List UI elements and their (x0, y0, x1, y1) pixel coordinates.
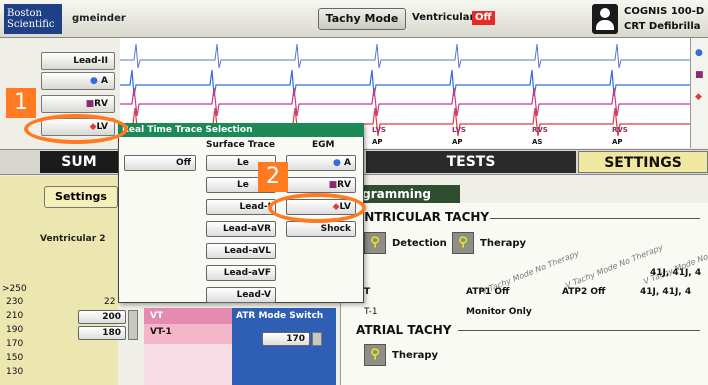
marker-ap: AP (612, 138, 623, 146)
vt-shock-values: 41J, 41J, 4 (640, 287, 692, 297)
atr-stepper[interactable] (312, 332, 322, 346)
detection-icon[interactable]: ⚲ (364, 232, 386, 254)
trace-legend-panel: ● ■ ◆ (690, 38, 708, 148)
vt1-row-label: T-1 (364, 307, 378, 317)
tab-summary[interactable]: SUM (40, 151, 118, 173)
vt-zone: VT (144, 308, 232, 324)
marker-rvs: RVS (532, 126, 548, 134)
off-button[interactable]: Off (124, 155, 196, 171)
atrial-tachy-heading: ATRIAL TACHY (356, 323, 452, 337)
surface-lead-i-option[interactable]: Lead-I (206, 199, 276, 215)
ventricular-label: Ventricular: (412, 12, 479, 23)
surface-trace-header: Surface Trace (206, 140, 275, 150)
rate-scale: >250 230 210 190 170 150 130 (0, 284, 42, 385)
vt-row-label: T (364, 287, 371, 297)
lead-rv-button[interactable]: ■RV (41, 95, 115, 113)
atrial-therapy-label: Therapy (392, 350, 439, 361)
lead-a-button[interactable]: ● A (41, 72, 115, 90)
scale-label: 190 (6, 325, 24, 335)
tachy-mode-button[interactable]: Tachy Mode (318, 8, 406, 30)
callout-1-highlight (24, 114, 128, 144)
callout-2-highlight (268, 193, 366, 223)
surface-lead-avl-option[interactable]: Lead-aVL (206, 243, 276, 259)
egm-shock-option[interactable]: Shock (286, 221, 356, 237)
atp1-value: ATP1 Off (466, 287, 510, 297)
marker-lvs: LVS (452, 126, 466, 134)
egm-a-option[interactable]: ● A (286, 155, 356, 171)
settings-button[interactable]: Settings (44, 186, 118, 208)
marker-as: AS (532, 138, 543, 146)
tab-tests[interactable]: TESTS (366, 151, 576, 173)
marker-ap: AP (372, 138, 383, 146)
section-divider (490, 218, 700, 219)
marker-ap: AP (452, 138, 463, 146)
marker-rvs: RVS (612, 126, 628, 134)
surface-lead-v-option[interactable]: Lead-V (206, 287, 276, 303)
scale-label: 150 (6, 353, 24, 363)
legend-a-dot: ● (695, 48, 703, 58)
surface-lead-avr-option[interactable]: Lead-aVR (206, 221, 276, 237)
ventricular-tachy-heading: ENTRICULAR TACHY (356, 210, 490, 224)
ventricular-status-badge: Off (472, 11, 495, 25)
monitor-only-value: Monitor Only (466, 307, 532, 317)
detection-label: Detection (392, 238, 447, 249)
atr-mode-switch-zone: ATR Mode Switch (232, 308, 336, 385)
surface-lead-avf-option[interactable]: Lead-aVF (206, 265, 276, 281)
therapy-label: Therapy (480, 238, 527, 249)
section-divider (458, 330, 700, 331)
rate-stepper[interactable] (128, 310, 138, 340)
vt1-zone: VT-1 (144, 324, 232, 344)
scale-label: 170 (6, 339, 24, 349)
scale-label: 210 (6, 311, 24, 321)
marker-lvs: LVS (372, 126, 386, 134)
tab-settings[interactable]: SETTINGS (578, 151, 708, 173)
scale-label: >250 (2, 284, 27, 294)
legend-rv-square: ■ (695, 70, 704, 80)
lead-ii-button[interactable]: Lead-II (41, 52, 115, 70)
patient-device-icon (592, 4, 618, 34)
ventricular-zone-label: Ventricular 2 (40, 234, 106, 244)
scale-label: 130 (6, 367, 24, 377)
vt-rate-field[interactable]: 200 (78, 310, 126, 324)
therapy-icon[interactable]: ⚲ (452, 232, 474, 254)
atrial-therapy-icon[interactable]: ⚲ (364, 344, 386, 366)
atp2-value: ATP2 Off (562, 287, 606, 297)
popup-title: Real Time Trace Selection (118, 123, 364, 137)
device-name: COGNIS 100-D CRT Defibrilla (624, 6, 705, 32)
legend-lv-diamond: ◆ (695, 92, 702, 102)
egm-rv-option[interactable]: ■RV (286, 177, 356, 193)
atr-rate-field[interactable]: 170 (262, 332, 310, 346)
shock-energy-values: 41J, 41J, 4 (650, 268, 702, 278)
egm-header: EGM (312, 140, 335, 150)
user-name: gmeinder (72, 13, 126, 24)
vt1-zone-fill (144, 344, 232, 385)
callout-2: 2 (258, 162, 288, 192)
callout-1: 1 (6, 88, 36, 118)
scale-label: 230 (6, 297, 24, 307)
boston-scientific-logo: Boston Scientific (4, 4, 62, 34)
zone-rate-value: 22 (104, 297, 116, 307)
vt1-rate-field[interactable]: 180 (78, 326, 126, 340)
